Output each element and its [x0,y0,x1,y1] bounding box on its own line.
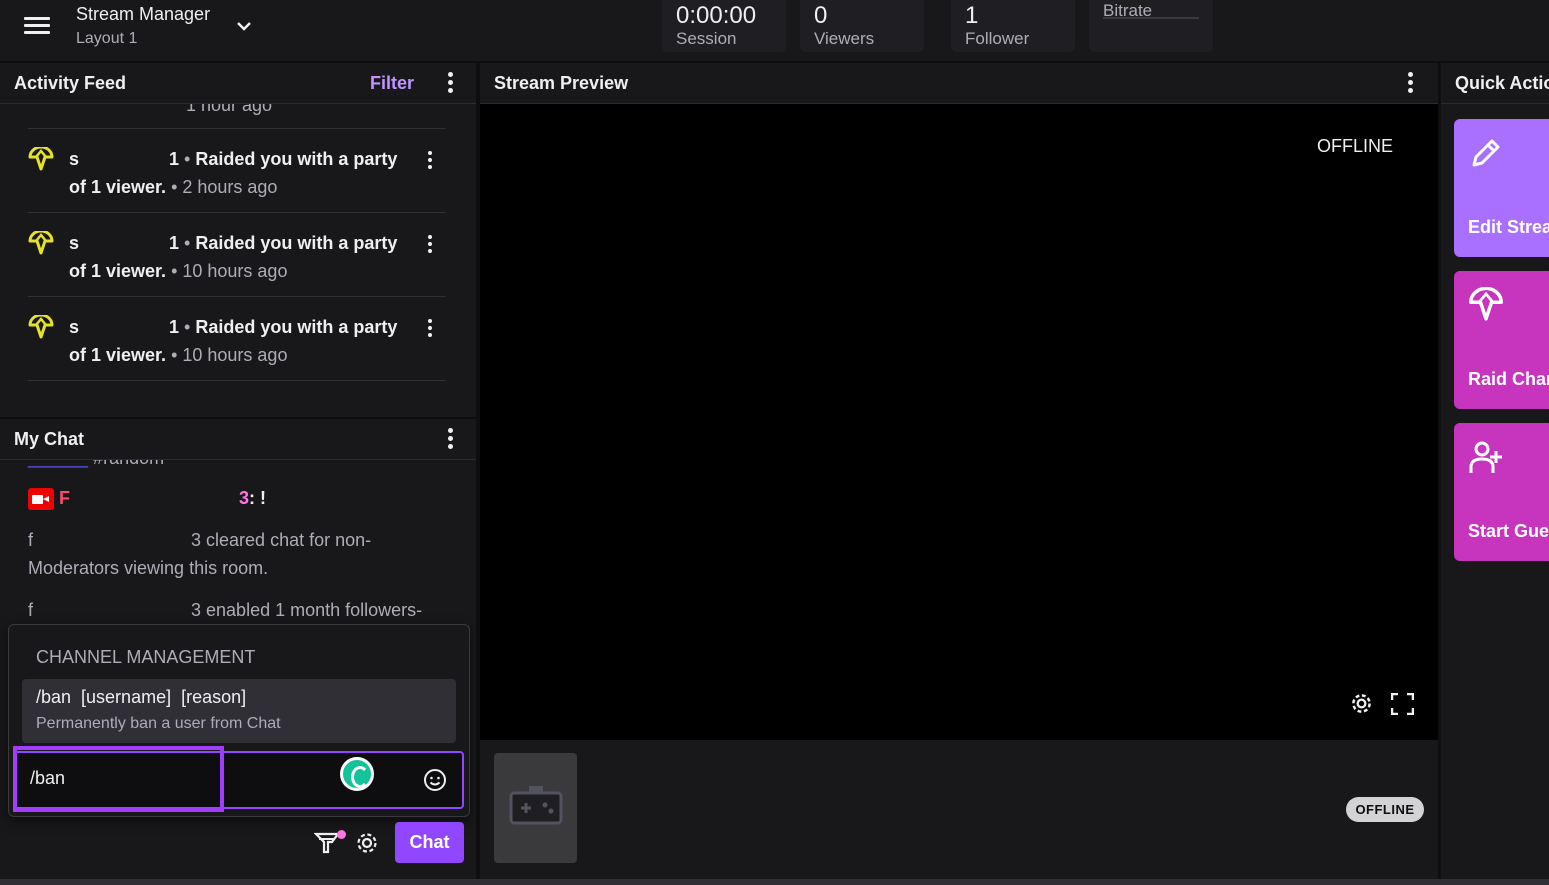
raid-channel-tile[interactable]: Raid Channel [1454,271,1549,409]
tile-label: Raid Channel [1468,369,1549,389]
stat-viewers: 0 Viewers [800,0,924,52]
feed-text: s1 • Raided you with a party of 1 viewer… [69,229,419,285]
feed-count: 1 [169,317,180,337]
bottom-border [0,879,1549,885]
feed-time: 10 hours ago [182,345,288,365]
stat-label: Follower [965,29,1030,48]
fullscreen-icon[interactable] [1391,693,1414,715]
chat-text: 3 cleared chat for non- [191,530,372,550]
chat-username[interactable]: F [59,488,70,508]
feed-count: 1 [169,233,180,253]
more-options-icon[interactable] [1400,72,1420,96]
feed-count: 1 [169,149,180,169]
feed-detail: of 1 viewer. [69,345,167,365]
chat-username[interactable]: f [28,600,33,620]
more-options-icon[interactable] [420,319,440,343]
chat-message: f 3 cleared chat for non- Moderators view… [28,526,371,582]
quick-actions-header: Quick Actions [1441,63,1549,104]
tile-label: Edit Stream Info [1468,217,1549,237]
stat-value: 0 [814,2,828,29]
start-guest-star-tile[interactable]: Start Guest Star [1454,423,1549,561]
video-player[interactable] [480,104,1438,740]
app-title: Stream Manager [76,4,211,24]
chat-input-value[interactable]: /ban [30,768,65,789]
chevron-down-icon[interactable] [234,16,254,36]
layout-name: Layout 1 [76,30,138,47]
panel-title: Stream Preview [494,73,629,93]
chat-send-button[interactable]: Chat [395,822,464,863]
list-item: s1 • Raided you with a party of 1 viewer… [28,213,446,297]
feed-time: 10 hours ago [182,261,288,281]
stat-value: 0:00:00 [676,2,757,29]
raid-icon [1469,287,1503,321]
stat-session: 0:00:00 Session [662,0,786,52]
emoji-icon[interactable] [423,768,447,792]
tile-label: Start Guest Star [1468,521,1549,541]
notification-dot [337,830,346,839]
command-syntax: /ban [username] [reason] [36,687,247,707]
stat-bitrate: Bitrate [1089,0,1213,52]
stream-manager-root: Stream Manager Layout 1 0:00:00 Session … [0,0,1549,885]
stat-label: Viewers [814,29,875,48]
feed-text: s1 • Raided you with a party of 1 viewer… [69,145,419,201]
chat-message: f 3 enabled 1 month followers- [28,596,422,624]
feed-time: 2 hours ago [182,177,278,197]
gear-icon[interactable] [354,830,380,856]
feed-username[interactable]: s [69,229,169,257]
raid-icon [28,315,54,339]
command-category: CHANNEL MANAGEMENT [36,647,256,667]
feed-action: Raided you with a party [195,149,398,169]
feed-action: Raided you with a party [195,317,398,337]
list-item: s1 • Raided you with a party of 1 viewer… [28,129,446,213]
pencil-icon [1472,139,1500,167]
feed-username[interactable]: s [69,313,169,341]
chat-text: Moderators viewing this room. [28,558,269,578]
stream-preview-header: Stream Preview [480,63,1438,104]
feed-detail: of 1 viewer. [69,261,167,281]
feed-action: Raided you with a party [195,233,398,253]
broadcaster-badge-icon [28,488,54,511]
channel-thumbnail[interactable] [494,753,577,863]
filter-button[interactable]: Filter [370,73,414,94]
activity-feed-panel: 1 hour ago s1 • Raided you with a party … [0,63,476,417]
more-options-icon[interactable] [420,151,440,175]
game-controller-icon [509,786,563,825]
stat-value: 1 [965,2,979,29]
raid-icon [28,147,54,171]
feed-text: s1 • Raided you with a party of 1 viewer… [69,313,419,369]
status-badge: OFFLINE [1346,797,1424,822]
panel-title: Quick Actions [1455,73,1549,93]
panel-title: My Chat [14,429,85,449]
chat-text: 3 enabled 1 month followers- [191,600,423,620]
more-options-icon[interactable] [440,428,460,452]
chat-username-suffix: 3 [239,488,250,508]
feed-detail: of 1 viewer. [69,177,167,197]
edit-stream-info-tile[interactable]: Edit Stream Info [1454,119,1549,257]
stat-followers: 1 Follower [951,0,1075,52]
offline-status: OFFLINE [1317,136,1394,156]
gear-icon[interactable] [1349,691,1374,716]
panel-title: Activity Feed [14,73,127,93]
more-options-icon[interactable] [420,235,440,259]
chat-text: : ! [249,488,267,508]
raid-icon [28,231,54,255]
top-bar: Stream Manager Layout 1 0:00:00 Session … [0,0,1549,62]
grammarly-icon[interactable] [340,757,374,791]
feed-time-cut: 1 hour ago [186,103,273,115]
menu-icon[interactable] [24,17,50,37]
stat-label: Session [676,29,737,48]
chat-message: F 3: ! [28,484,266,512]
bitrate-graph [1103,17,1199,19]
more-options-icon[interactable] [440,72,460,96]
list-item: s1 • Raided you with a party of 1 viewer… [28,297,446,381]
chat-username[interactable]: f [28,530,33,550]
title-block: Stream Manager Layout 1 [76,4,210,48]
my-chat-header: My Chat [0,419,476,460]
command-option-ban[interactable]: /ban [username] [reason] Permanently ban… [22,679,456,743]
list-item: 1 hour ago [28,103,446,129]
activity-feed-header: Activity Feed Filter [0,63,476,104]
add-user-icon [1469,441,1502,473]
feed-username[interactable]: s [69,145,169,173]
command-description: Permanently ban a user from Chat [36,715,281,732]
